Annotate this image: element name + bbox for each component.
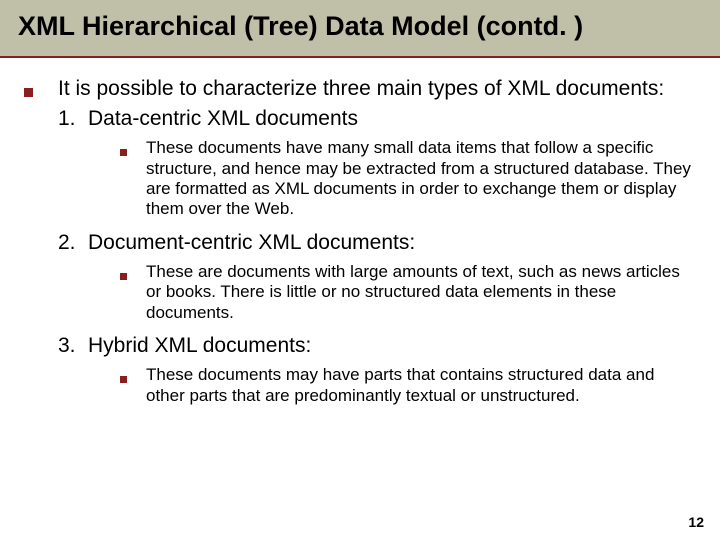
item-description: These documents have many small data ite… (146, 138, 696, 220)
item-heading: Document-centric XML documents: (88, 230, 415, 256)
slide-content: It is possible to characterize three mai… (0, 58, 720, 427)
item-heading: Data-centric XML documents (88, 106, 358, 132)
sub-bullet: These documents have many small data ite… (120, 138, 696, 220)
item-number: 3. (58, 333, 88, 359)
list-item: 2. Document-centric XML documents: (58, 230, 696, 256)
square-bullet-icon (120, 138, 146, 220)
slide-title: XML Hierarchical (Tree) Data Model (cont… (18, 10, 702, 44)
title-band: XML Hierarchical (Tree) Data Model (cont… (0, 0, 720, 58)
intro-bullet: It is possible to characterize three mai… (24, 76, 696, 102)
list-item: 1. Data-centric XML documents (58, 106, 696, 132)
intro-text: It is possible to characterize three mai… (58, 76, 664, 102)
item-description: These are documents with large amounts o… (146, 262, 696, 323)
item-number: 1. (58, 106, 88, 132)
sub-bullet: These documents may have parts that cont… (120, 365, 696, 406)
list-item: 3. Hybrid XML documents: (58, 333, 696, 359)
square-bullet-icon (24, 76, 58, 102)
square-bullet-icon (120, 365, 146, 406)
sub-bullet: These are documents with large amounts o… (120, 262, 696, 323)
item-number: 2. (58, 230, 88, 256)
item-description: These documents may have parts that cont… (146, 365, 696, 406)
page-number: 12 (688, 514, 704, 530)
square-bullet-icon (120, 262, 146, 323)
item-heading: Hybrid XML documents: (88, 333, 311, 359)
